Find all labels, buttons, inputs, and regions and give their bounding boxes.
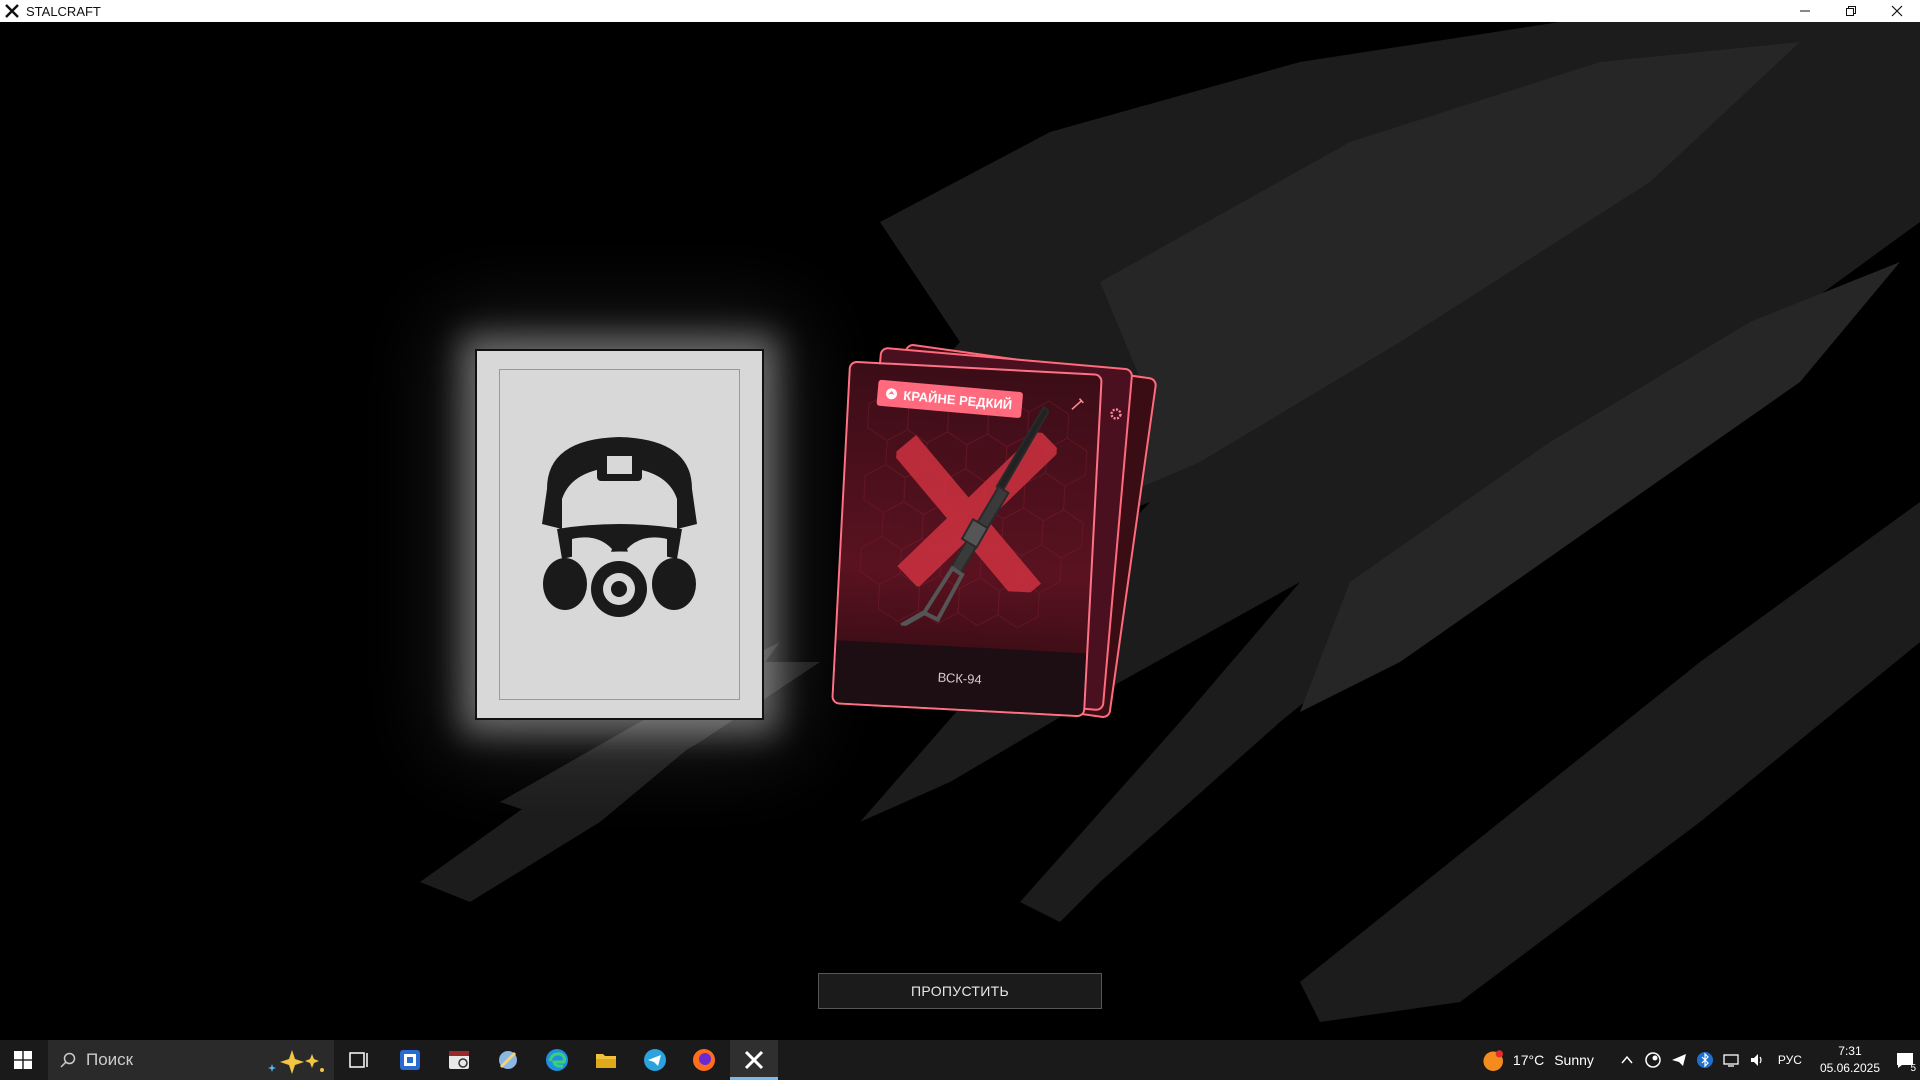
pinned-stalcraft[interactable] bbox=[739, 1045, 769, 1075]
rifle-icon bbox=[900, 405, 1050, 628]
minimize-button[interactable] bbox=[1782, 0, 1828, 22]
reward-card[interactable]: КРАЙНЕ РЕДКИЙ ВСК-94 bbox=[831, 360, 1103, 718]
pinned-file-explorer[interactable] bbox=[591, 1045, 621, 1075]
item-name: ВСК-94 bbox=[937, 669, 983, 687]
sparkle-icon bbox=[268, 1050, 324, 1074]
task-view-button[interactable] bbox=[344, 1045, 374, 1075]
stalcraft-app-icon bbox=[5, 4, 19, 18]
file-explorer-icon bbox=[596, 1054, 616, 1068]
settings-brush-icon bbox=[499, 1051, 517, 1069]
task-view-icon bbox=[349, 1052, 368, 1068]
network-icon[interactable] bbox=[1722, 1051, 1740, 1069]
rarity-label: КРАЙНЕ РЕДКИЙ bbox=[902, 387, 1013, 412]
restore-icon bbox=[1846, 6, 1856, 16]
pinned-settings-app[interactable] bbox=[493, 1045, 523, 1075]
firefox-icon bbox=[693, 1049, 715, 1071]
windows-logo-icon bbox=[14, 1051, 32, 1069]
pinned-edge[interactable] bbox=[542, 1045, 572, 1075]
weather-condition[interactable]: Sunny bbox=[1554, 1052, 1594, 1068]
restore-button[interactable] bbox=[1828, 0, 1874, 22]
start-button[interactable] bbox=[0, 1040, 46, 1080]
system-tray: 17°C Sunny РУС 7:31 05.06.2025 5 bbox=[1477, 1040, 1920, 1080]
taskbar-search[interactable]: Поиск bbox=[48, 1040, 334, 1080]
gas-mask-helmet-icon bbox=[542, 437, 697, 617]
stalcraft-icon bbox=[744, 1050, 764, 1070]
search-placeholder: Поиск bbox=[86, 1050, 134, 1069]
telegram-tray-icon[interactable] bbox=[1670, 1051, 1688, 1069]
reward-card-stack[interactable]: КРАЙНЕ РЕДКИЙ ВСК-94 bbox=[831, 342, 1158, 720]
minimize-icon bbox=[1800, 10, 1810, 12]
steam-icon[interactable] bbox=[1644, 1051, 1662, 1069]
chevron-up-icon[interactable] bbox=[1618, 1051, 1636, 1069]
clock-time: 7:31 bbox=[1838, 1044, 1862, 1058]
close-button[interactable] bbox=[1874, 0, 1920, 22]
close-icon bbox=[1891, 5, 1903, 17]
pinned-telegram[interactable] bbox=[640, 1045, 670, 1075]
volume-icon[interactable] bbox=[1748, 1051, 1766, 1069]
game-viewport: КРАЙНЕ РЕДКИЙ ВСК-94 ПРОПУСТИТЬ bbox=[0, 22, 1920, 1040]
weather-temperature[interactable]: 17°C bbox=[1513, 1052, 1544, 1068]
clock-date: 05.06.2025 bbox=[1819, 1061, 1880, 1075]
notification-count: 5 bbox=[1910, 1063, 1916, 1074]
pinned-app-1[interactable] bbox=[395, 1045, 425, 1075]
clock[interactable]: 7:31 05.06.2025 bbox=[1820, 1043, 1880, 1077]
unopened-card[interactable] bbox=[475, 349, 764, 720]
search-icon bbox=[60, 1052, 76, 1068]
wrench-icon bbox=[1071, 398, 1084, 410]
skip-button-label: ПРОПУСТИТЬ bbox=[911, 983, 1009, 999]
input-language[interactable]: РУС bbox=[1778, 1053, 1802, 1067]
window-title: STALCRAFT bbox=[26, 3, 101, 19]
app-icon-1 bbox=[400, 1050, 420, 1070]
notification-center-button[interactable]: 5 bbox=[1890, 1040, 1920, 1080]
telegram-icon bbox=[644, 1049, 666, 1071]
skip-button[interactable]: ПРОПУСТИТЬ bbox=[818, 973, 1102, 1009]
reward-card-footer: ВСК-94 bbox=[833, 640, 1087, 716]
title-bar: STALCRAFT bbox=[0, 0, 1920, 22]
rarity-icon bbox=[886, 388, 898, 400]
gear-icon bbox=[1110, 408, 1122, 420]
pinned-calendar-app[interactable] bbox=[444, 1045, 474, 1075]
pinned-firefox[interactable] bbox=[689, 1045, 719, 1075]
edge-icon bbox=[546, 1049, 568, 1071]
weather-sun-icon[interactable] bbox=[1481, 1049, 1503, 1071]
calendar-app-icon bbox=[449, 1051, 469, 1069]
bluetooth-icon[interactable] bbox=[1696, 1051, 1714, 1069]
